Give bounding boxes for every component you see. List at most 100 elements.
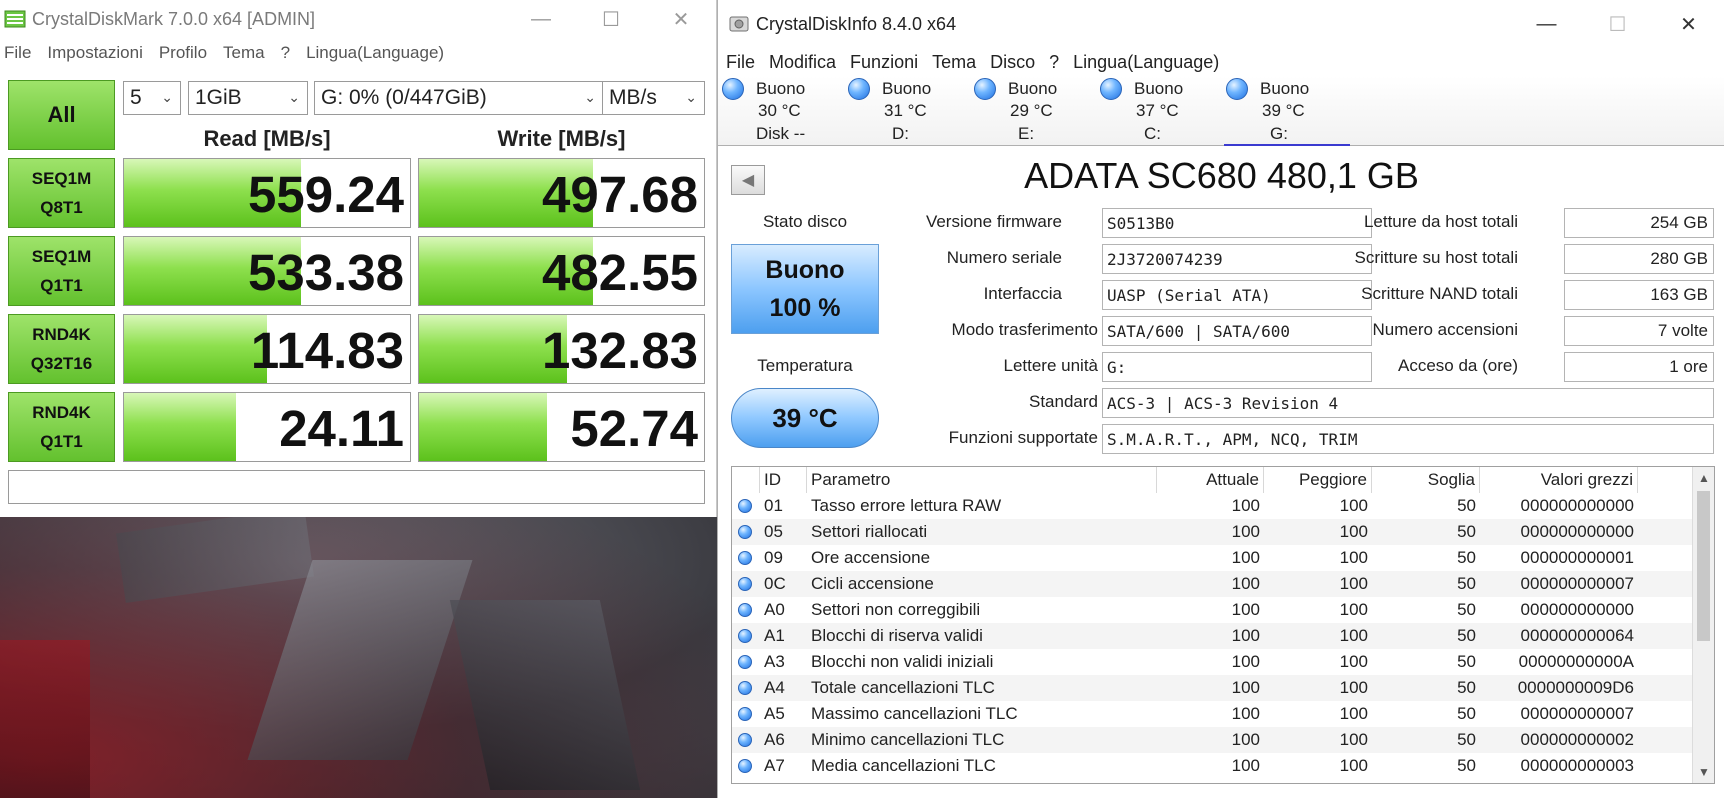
standard-field: ACS-3 | ACS-3 Revision 4 [1102,388,1714,418]
temperature-button[interactable]: 39 °C [731,388,879,448]
menu-edit[interactable]: Modifica [769,52,836,73]
smart-table-row[interactable]: A5 Massimo cancellazioni TLC 100 100 50 00000… [732,701,1692,727]
smart-worst: 100 [1339,652,1368,671]
firmware-label: Versione firmware [925,212,1062,231]
menu-settings[interactable]: Impostazioni [47,43,142,63]
health-good-icon [738,577,752,591]
disk-tab-selected[interactable]: Buono 39 °C G: [1224,76,1350,146]
scrollbar-thumb[interactable] [1697,491,1710,641]
menu-disk[interactable]: Disco [990,52,1035,73]
maximize-button[interactable]: ☐ [576,0,646,38]
unit-select[interactable]: MB/s ⌄ [602,81,705,115]
disk-tab-status: Buono [1008,79,1058,98]
smart-raw-value: 000000000000 [1520,522,1634,541]
read-result-value: 24.11 [279,400,404,457]
menu-help[interactable]: ? [1049,52,1059,73]
smart-threshold: 50 [1457,652,1476,671]
header-id[interactable]: ID [760,467,807,493]
standard-label: Standard [1029,392,1098,411]
smart-parameter: Blocchi di riserva validi [811,626,983,645]
minimize-button[interactable]: — [506,0,576,38]
test-params: Q1T1 [40,432,83,451]
smart-threshold: 50 [1457,678,1476,697]
cdm-titlebar[interactable]: CrystalDiskMark 7.0.0 x64 [ADMIN] — ☐ ✕ [0,0,716,38]
maximize-icon: ☐ [1608,13,1627,36]
menu-file[interactable]: File [4,43,31,63]
temperature-label: Temperatura [757,356,853,375]
disk-tab-temp: 31 °C [884,101,927,120]
drive-value: G: 0% (0/447GiB) [321,86,487,109]
menu-functions[interactable]: Funzioni [850,52,918,73]
header-threshold[interactable]: Soglia [1372,467,1480,493]
wallpaper-shape [116,507,314,603]
smart-table-row[interactable]: 05 Settori riallocati 100 100 50 000000000000 [732,519,1692,545]
test-rnd4k-q32t16-button[interactable]: RND4K Q32T16 [8,314,115,384]
disk-tab[interactable]: Buono 31 °C D: [846,76,972,146]
menu-file[interactable]: File [726,52,755,73]
smart-table-row[interactable]: A6 Minimo cancellazioni TLC 100 100 50 000000… [732,727,1692,753]
smart-table-row[interactable]: A0 Settori non correggibili 100 100 50 000000… [732,597,1692,623]
read-result-value: 533.38 [248,244,404,301]
menu-theme[interactable]: Tema [932,52,976,73]
test-seq1m-q8t1-button[interactable]: SEQ1M Q8T1 [8,158,115,228]
smart-table-row[interactable]: 0C Cicli accensione 100 100 50 000000000007 [732,571,1692,597]
menu-profile[interactable]: Profilo [159,43,207,63]
scroll-up-icon[interactable]: ▲ [1693,467,1714,489]
write-column-header: Write [MB/s] [497,126,626,151]
close-button[interactable]: ✕ [646,0,716,38]
menu-theme[interactable]: Tema [223,43,265,63]
header-raw-values[interactable]: Valori grezzi [1480,467,1638,493]
close-button[interactable]: ✕ [1653,0,1724,48]
smart-raw-value: 000000000000 [1520,496,1634,515]
comment-field[interactable] [8,470,705,504]
smart-table-row[interactable]: A7 Media cancellazioni TLC 100 100 50 0000000… [732,753,1692,779]
smart-worst: 100 [1339,600,1368,619]
test-count-select[interactable]: 5 ⌄ [123,81,181,115]
drive-letter-label: Lettere unità [1003,356,1098,375]
smart-table-row[interactable]: A1 Blocchi di riserva validi 100 100 50 00000… [732,623,1692,649]
disk-tab-temp: 39 °C [1262,101,1305,120]
header-worst[interactable]: Peggiore [1264,467,1372,493]
smart-parameter: Settori riallocati [811,522,928,541]
smart-table-row[interactable]: A4 Totale cancellazioni TLC 100 100 50 000000… [732,675,1692,701]
smart-table-row[interactable]: 09 Ore accensione 100 100 50 000000000001 [732,545,1692,571]
run-all-button[interactable]: All [8,80,115,150]
menu-language[interactable]: Lingua(Language) [306,43,444,63]
disk-tab[interactable]: Buono 30 °C Disk -- [720,76,846,146]
menu-help[interactable]: ? [281,43,290,63]
smart-current: 100 [1231,522,1260,541]
disk-tab[interactable]: Buono 29 °C E: [972,76,1098,146]
smart-threshold: 50 [1457,704,1476,723]
menu-language[interactable]: Lingua(Language) [1073,52,1219,73]
smart-attributes-table[interactable]: ID Parametro Attuale Peggiore Soglia Val… [731,466,1715,784]
smart-threshold: 50 [1457,522,1476,541]
maximize-button[interactable]: ☐ [1582,0,1653,48]
header-parameter[interactable]: Parametro [807,467,1157,493]
smart-raw-value: 000000000002 [1520,730,1634,749]
health-status-button[interactable]: Buono 100 % [731,244,879,334]
header-current[interactable]: Attuale [1157,467,1264,493]
smart-threshold: 50 [1457,756,1476,775]
disk-model-title: ADATA SC680 480,1 GB [1024,155,1419,196]
smart-table-row[interactable]: A3 Blocchi non validi iniziali 100 100 50 000… [732,649,1692,675]
smart-id: A7 [764,756,785,775]
cdi-titlebar[interactable]: CrystalDiskInfo 8.4.0 x64 — ☐ ✕ [718,0,1724,48]
test-rnd4k-q1t1-button[interactable]: RND4K Q1T1 [8,392,115,462]
smart-table-scrollbar[interactable]: ▲ ▼ [1692,467,1714,783]
smart-id: A0 [764,600,785,619]
smart-worst: 100 [1339,548,1368,567]
smart-table-row[interactable]: 01 Tasso errore lettura RAW 100 100 50 000000… [732,493,1692,519]
health-good-icon [738,525,752,539]
read-result-cell: 559.24 [123,158,411,228]
unit-value: MB/s [609,86,657,109]
disk-tab[interactable]: Buono 37 °C C: [1098,76,1224,146]
scroll-down-icon[interactable]: ▼ [1693,761,1714,783]
test-seq1m-q1t1-button[interactable]: SEQ1M Q1T1 [8,236,115,306]
minimize-button[interactable]: — [1511,0,1582,48]
test-size-select[interactable]: 1GiB ⌄ [188,81,308,115]
interface-label: Interfaccia [983,284,1062,303]
health-good-icon [1226,78,1248,100]
smart-current: 100 [1231,496,1260,515]
drive-select[interactable]: G: 0% (0/447GiB) ⌄ [314,81,604,115]
smart-threshold: 50 [1457,574,1476,593]
